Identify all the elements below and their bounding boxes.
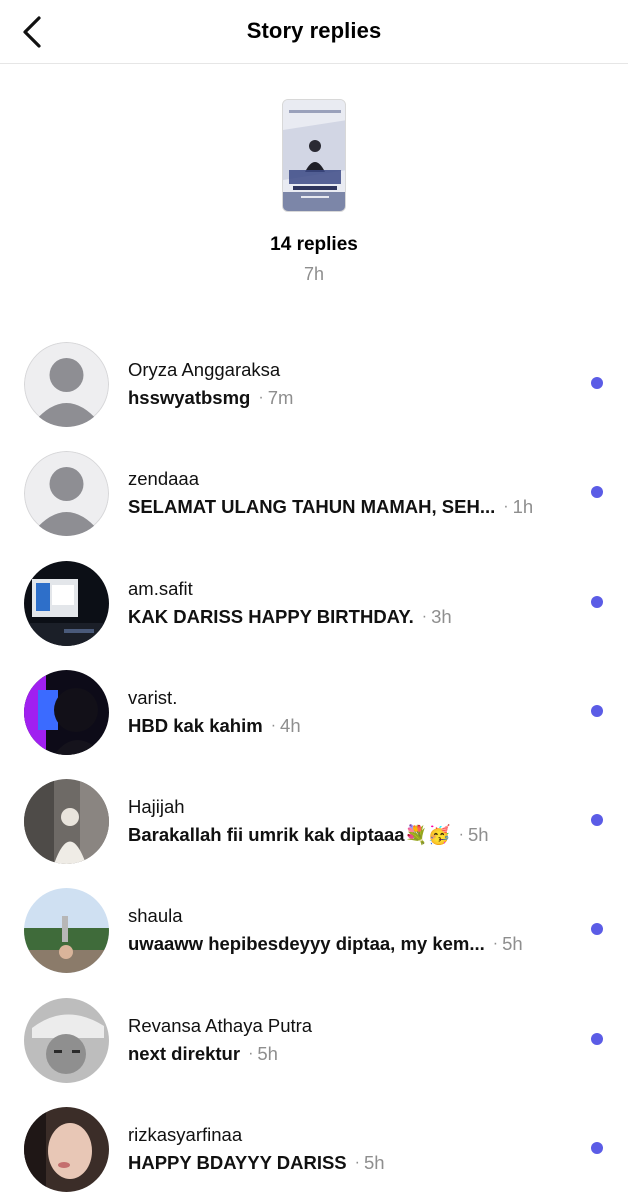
unread-indicator	[591, 814, 603, 827]
story-thumbnail[interactable]	[282, 99, 346, 212]
reply-message: SELAMAT ULANG TAHUN MAMAH, SEH...	[128, 496, 496, 518]
reply-row[interactable]: Oryza Anggaraksa hsswyatbsmg · 7m	[0, 330, 628, 439]
reply-message-line: next direktur · 5h	[128, 1043, 278, 1065]
reply-row[interactable]: shaula uwaaww hepibesdeyyy diptaa, my ke…	[0, 876, 628, 985]
reply-username[interactable]: Oryza Anggaraksa	[128, 359, 280, 381]
reply-row[interactable]: am.safit KAK DARISS HAPPY BIRTHDAY. · 3h	[0, 549, 628, 658]
reply-message-line: HBD kak kahim · 4h	[128, 715, 301, 737]
separator-dot: ·	[421, 607, 428, 625]
reply-time: 5h	[502, 933, 523, 955]
reply-message-line: HAPPY BDAYYY DARISS · 5h	[128, 1152, 385, 1174]
reply-message-line: hsswyatbsmg · 7m	[128, 387, 293, 409]
separator-dot: ·	[458, 826, 464, 844]
reply-message: Barakallah fii umrik kak diptaaa💐🥳	[128, 824, 451, 846]
unread-indicator	[591, 704, 603, 717]
separator-dot: ·	[248, 1044, 254, 1062]
reply-username[interactable]: zendaaa	[128, 468, 199, 490]
unread-indicator	[591, 1142, 603, 1155]
unread-indicator	[591, 595, 603, 608]
reply-message: HBD kak kahim	[128, 714, 263, 736]
reply-time: 5h	[257, 1042, 278, 1064]
user-avatar[interactable]	[24, 888, 109, 974]
reply-message: next direktur	[128, 1042, 241, 1064]
reply-time: 4h	[280, 714, 301, 736]
header-bar: Story replies	[0, 0, 628, 64]
default-avatar-icon	[24, 342, 109, 427]
story-preview-image	[283, 100, 345, 211]
reply-list: Oryza Anggaraksa hsswyatbsmg · 7m zendaa…	[0, 330, 628, 1204]
user-avatar[interactable]	[24, 669, 109, 755]
replies-count: 14 replies	[270, 234, 358, 255]
separator-dot: ·	[354, 1154, 360, 1172]
reply-message-line: uwaaww hepibesdeyyy diptaa, my kem... · …	[128, 933, 523, 955]
story-time: 7h	[303, 264, 325, 284]
reply-message: HAPPY BDAYYY DARISS	[128, 1152, 347, 1174]
unread-indicator	[591, 1032, 603, 1045]
reply-message-line: SELAMAT ULANG TAHUN MAMAH, SEH... · 1h	[128, 496, 533, 518]
reply-message: hsswyatbsmg	[128, 387, 251, 408]
reply-message: uwaaww hepibesdeyyy diptaa, my kem...	[128, 933, 485, 955]
user-avatar[interactable]	[24, 997, 109, 1083]
reply-message: KAK DARISS HAPPY BIRTHDAY.	[128, 605, 414, 627]
reply-row[interactable]: Hajijah Barakallah fii umrik kak diptaaa…	[0, 767, 628, 876]
reply-row[interactable]: rizkasyarfinaa HAPPY BDAYYY DARISS · 5h	[0, 1095, 628, 1204]
reply-message-line: Barakallah fii umrik kak diptaaa💐🥳 · 5h	[128, 824, 489, 846]
user-avatar[interactable]	[24, 1107, 109, 1193]
user-avatar[interactable]	[24, 560, 109, 646]
reply-time: 7m	[267, 387, 294, 408]
reply-row[interactable]: varist. HBD kak kahim · 4h	[0, 658, 628, 767]
reply-time: 3h	[431, 605, 452, 627]
reply-username[interactable]: varist.	[128, 687, 177, 709]
unread-indicator	[591, 923, 603, 936]
user-avatar[interactable]	[24, 779, 109, 865]
reply-row[interactable]: zendaaa SELAMAT ULANG TAHUN MAMAH, SEH..…	[0, 439, 628, 548]
separator-dot: ·	[492, 935, 499, 953]
page-title: Story replies	[246, 18, 382, 43]
reply-username[interactable]: rizkasyarfinaa	[128, 1124, 242, 1146]
reply-username[interactable]: shaula	[128, 905, 183, 927]
separator-dot: ·	[503, 498, 509, 516]
reply-username[interactable]: Hajijah	[128, 796, 185, 818]
reply-time: 1h	[512, 496, 534, 518]
reply-time: 5h	[363, 1152, 385, 1174]
separator-dot: ·	[258, 389, 264, 406]
separator-dot: ·	[270, 716, 277, 734]
unread-indicator	[591, 486, 603, 499]
unread-indicator	[591, 377, 603, 389]
reply-username[interactable]: am.safit	[128, 578, 193, 600]
reply-time: 5h	[468, 824, 489, 846]
default-avatar-icon	[24, 451, 109, 537]
reply-message-line: KAK DARISS HAPPY BIRTHDAY. · 3h	[128, 606, 452, 628]
reply-username[interactable]: Revansa Athaya Putra	[128, 1015, 312, 1037]
reply-row[interactable]: Revansa Athaya Putra next direktur · 5h	[0, 986, 628, 1095]
